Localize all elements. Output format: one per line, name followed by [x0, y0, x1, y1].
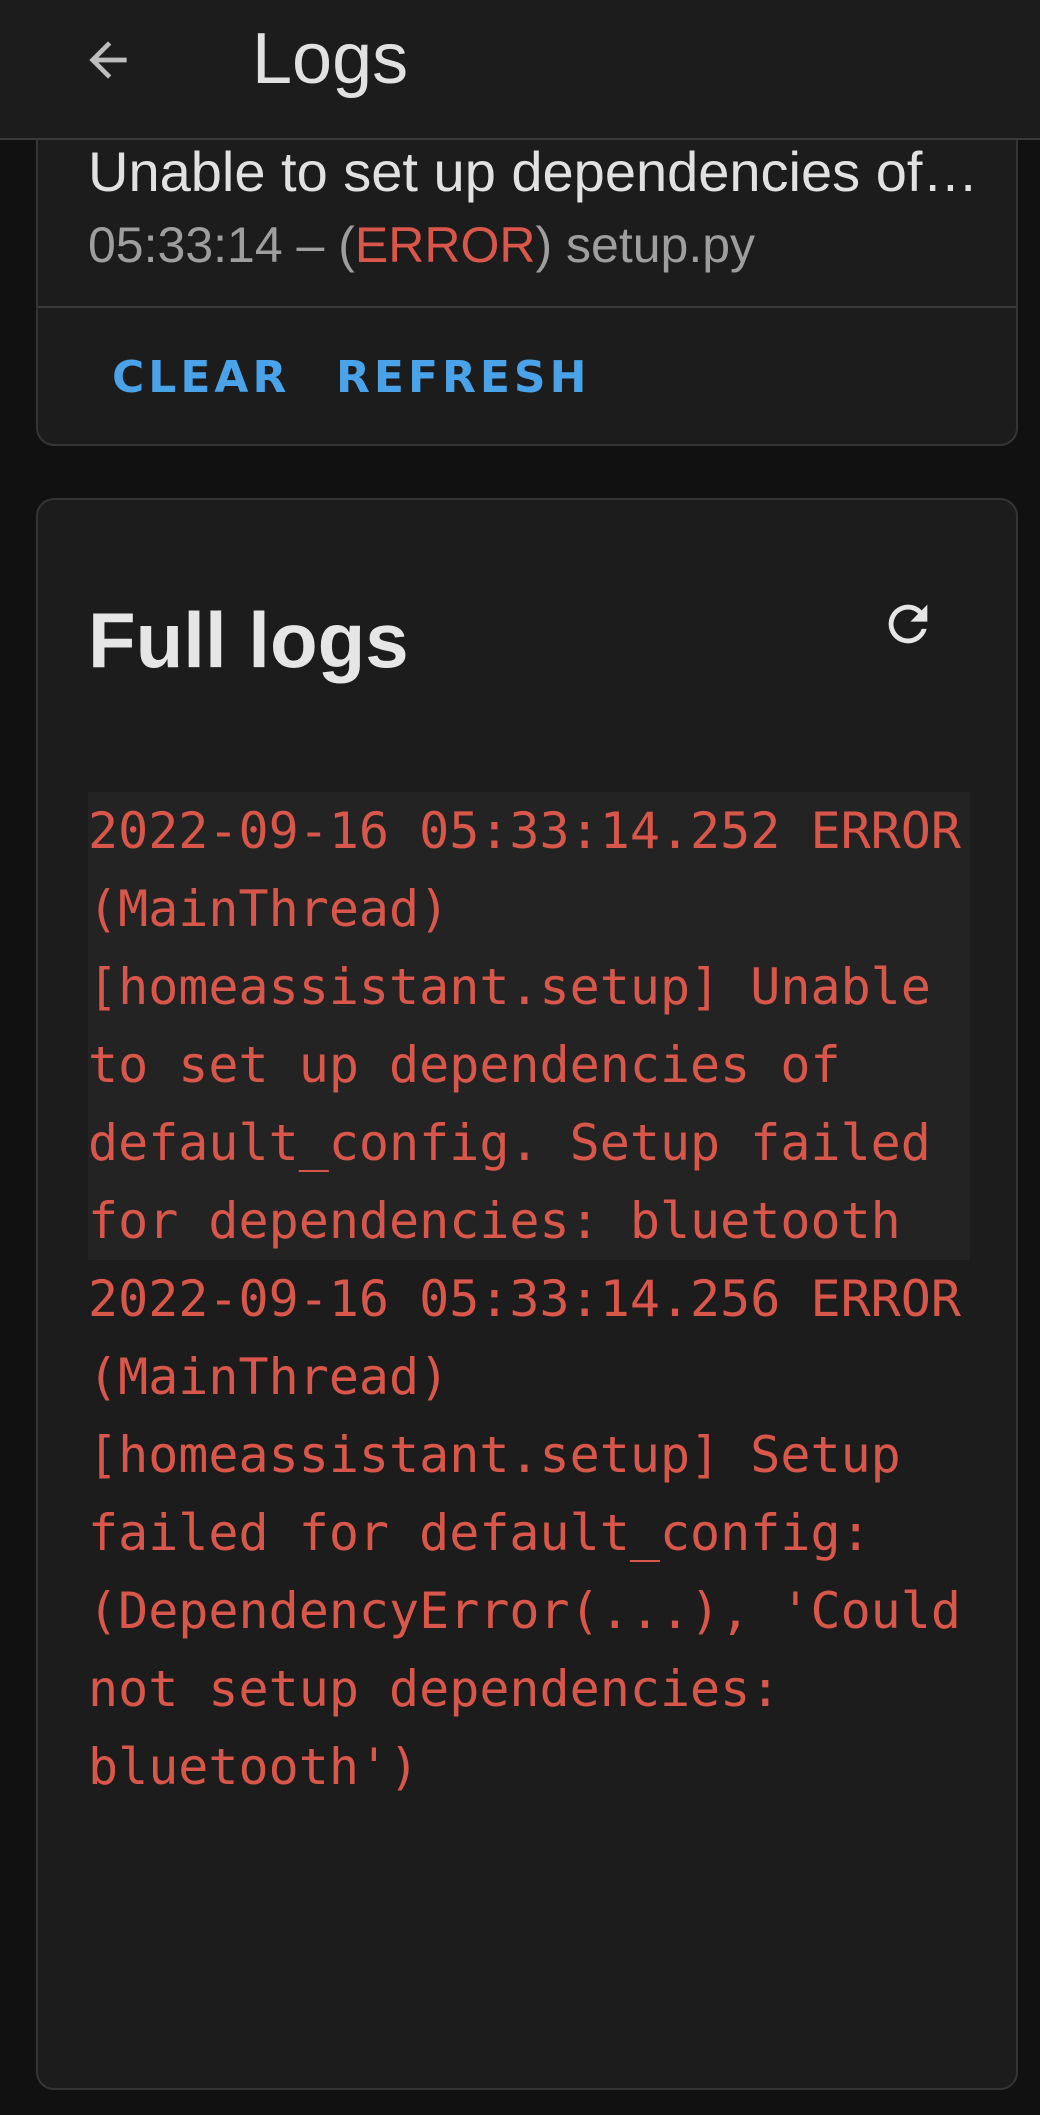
error-time: 05:33:14 [88, 217, 283, 273]
full-logs-card: Full logs 2022-09-16 05:33:14.252 ERROR … [36, 498, 1018, 2090]
log-line: 2022-09-16 05:33:14.252 ERROR (MainThrea… [88, 792, 970, 1260]
error-summary-meta: 05:33:14 – (ERROR) setup.py [88, 210, 755, 280]
error-summary-message: Unable to set up dependencies of default… [88, 140, 988, 203]
error-source: ) setup.py [535, 217, 756, 273]
app-bar: Logs [0, 0, 1040, 140]
full-logs-title: Full logs [88, 596, 409, 684]
error-level: ERROR [354, 217, 536, 273]
log-line: 2022-09-16 05:33:14.256 ERROR (MainThrea… [88, 1270, 992, 1796]
clear-button[interactable]: CLEAR [112, 308, 290, 444]
refresh-button[interactable]: REFRESH [336, 308, 590, 444]
refresh-logs-button[interactable] [858, 574, 958, 674]
summary-actions: CLEAR REFRESH [38, 308, 1016, 444]
meta-separator: – ( [282, 217, 355, 273]
back-button[interactable] [70, 22, 146, 98]
refresh-icon [888, 604, 928, 644]
log-output: 2022-09-16 05:33:14.252 ERROR (MainThrea… [88, 792, 970, 1806]
arrow-left-icon [89, 41, 127, 79]
page-title: Logs [252, 19, 409, 99]
